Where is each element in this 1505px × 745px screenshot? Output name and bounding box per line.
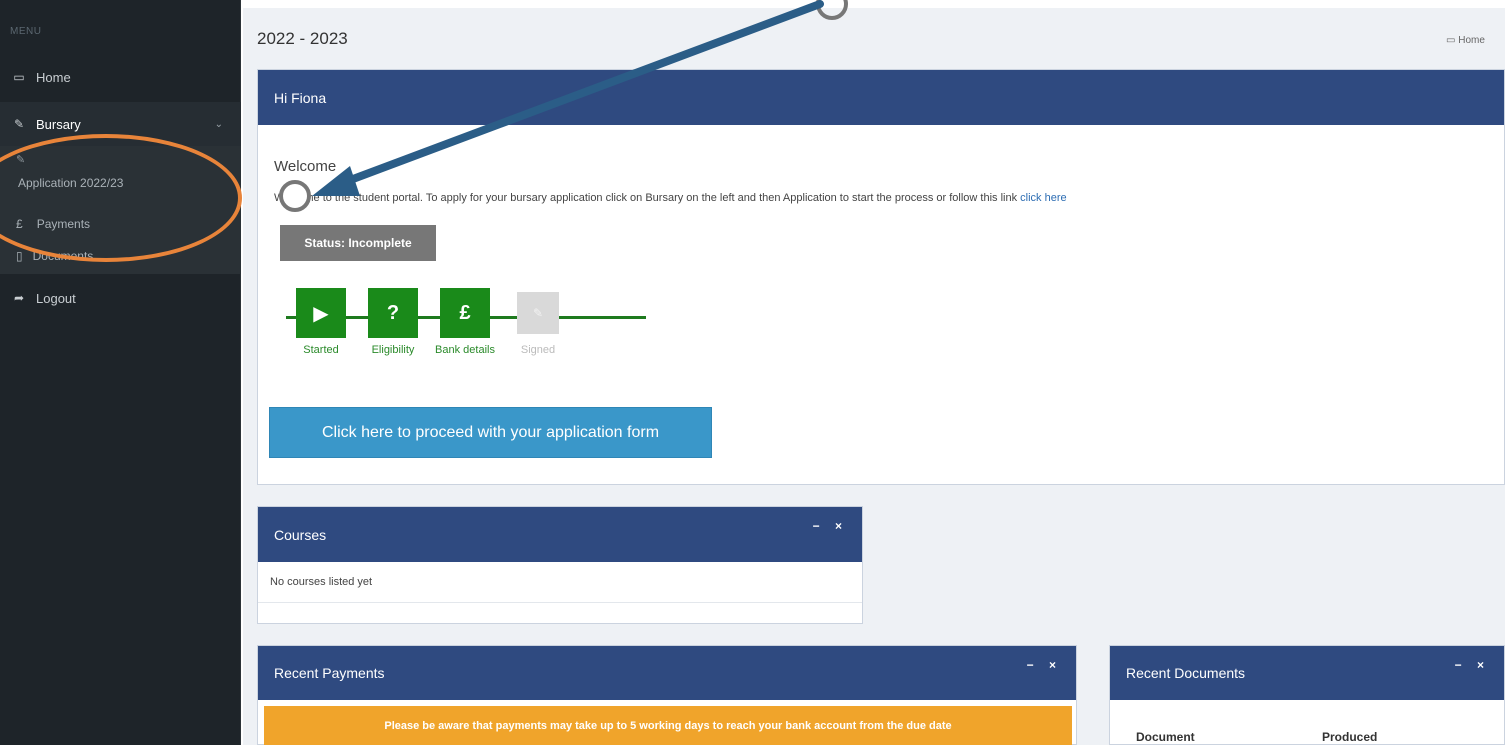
annotation-arrow-line	[341, 0, 824, 186]
annotation-arrow	[279, 0, 848, 212]
annotation-arrow-head	[312, 166, 360, 196]
annotation-circle-end	[279, 180, 311, 212]
